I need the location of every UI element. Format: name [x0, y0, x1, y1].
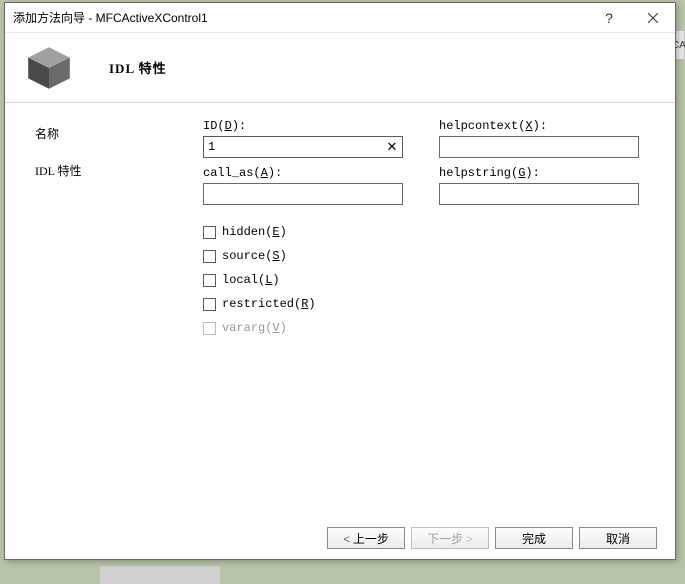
helpstring-input-wrap[interactable]	[439, 183, 639, 205]
id-input[interactable]	[204, 137, 382, 157]
checkbox-box	[203, 226, 216, 239]
checkbox-local-label: local(L)	[222, 273, 280, 287]
checkbox-restricted[interactable]: restricted(R)	[203, 297, 647, 311]
page-heading: IDL 特性	[109, 58, 167, 77]
checkbox-vararg: vararg(V)	[203, 321, 647, 335]
sidebar: 名称 IDL 特性	[5, 103, 183, 517]
checkbox-local[interactable]: local(L)	[203, 273, 647, 287]
checkbox-box	[203, 274, 216, 287]
callas-input-wrap[interactable]	[203, 183, 403, 205]
button-bar: < 上一步 下一步 > 完成 取消	[5, 517, 675, 559]
clear-id-icon[interactable]: ✕	[382, 139, 402, 155]
helpstring-label: helpstring(G):	[439, 166, 647, 180]
callas-input[interactable]	[204, 184, 402, 204]
checkbox-vararg-label: vararg(V)	[222, 321, 287, 335]
cube-icon	[23, 42, 75, 94]
id-label: ID(D):	[203, 119, 411, 133]
helpcontext-label: helpcontext(X):	[439, 119, 647, 133]
wizard-window: 添加方法向导 - MFCActiveXControl1 ? IDL 特性 名称 …	[4, 2, 676, 560]
checkbox-hidden[interactable]: hidden(E)	[203, 225, 647, 239]
finish-button[interactable]: 完成	[495, 527, 573, 549]
bg-bottom-tab	[100, 566, 220, 584]
checkbox-box	[203, 298, 216, 311]
close-button[interactable]	[631, 3, 675, 33]
helpcontext-input-wrap[interactable]	[439, 136, 639, 158]
checkbox-source[interactable]: source(S)	[203, 249, 647, 263]
callas-label: call_as(A):	[203, 166, 411, 180]
prev-button[interactable]: < 上一步	[327, 527, 405, 549]
checkbox-restricted-label: restricted(R)	[222, 297, 316, 311]
id-input-wrap[interactable]: ✕	[203, 136, 403, 158]
window-title: 添加方法向导 - MFCActiveXControl1	[13, 9, 587, 26]
body-area: 名称 IDL 特性 ID(D): ✕ helpcontext(X):	[5, 103, 675, 517]
checkbox-box	[203, 322, 216, 335]
checkbox-hidden-label: hidden(E)	[222, 225, 287, 239]
form-area: ID(D): ✕ helpcontext(X): call_as(A):	[183, 103, 675, 517]
cancel-button[interactable]: 取消	[579, 527, 657, 549]
close-icon	[648, 13, 658, 23]
header-band: IDL 特性	[5, 33, 675, 103]
checkbox-box	[203, 250, 216, 263]
next-button: 下一步 >	[411, 527, 489, 549]
help-button[interactable]: ?	[587, 3, 631, 33]
titlebar: 添加方法向导 - MFCActiveXControl1 ?	[5, 3, 675, 33]
checkbox-group: hidden(E) source(S) local(L) restricted(…	[203, 225, 647, 335]
sidebar-item-name[interactable]: 名称	[35, 121, 183, 146]
helpcontext-input[interactable]	[440, 137, 638, 157]
sidebar-item-idl[interactable]: IDL 特性	[35, 158, 183, 183]
checkbox-source-label: source(S)	[222, 249, 287, 263]
helpstring-input[interactable]	[440, 184, 638, 204]
